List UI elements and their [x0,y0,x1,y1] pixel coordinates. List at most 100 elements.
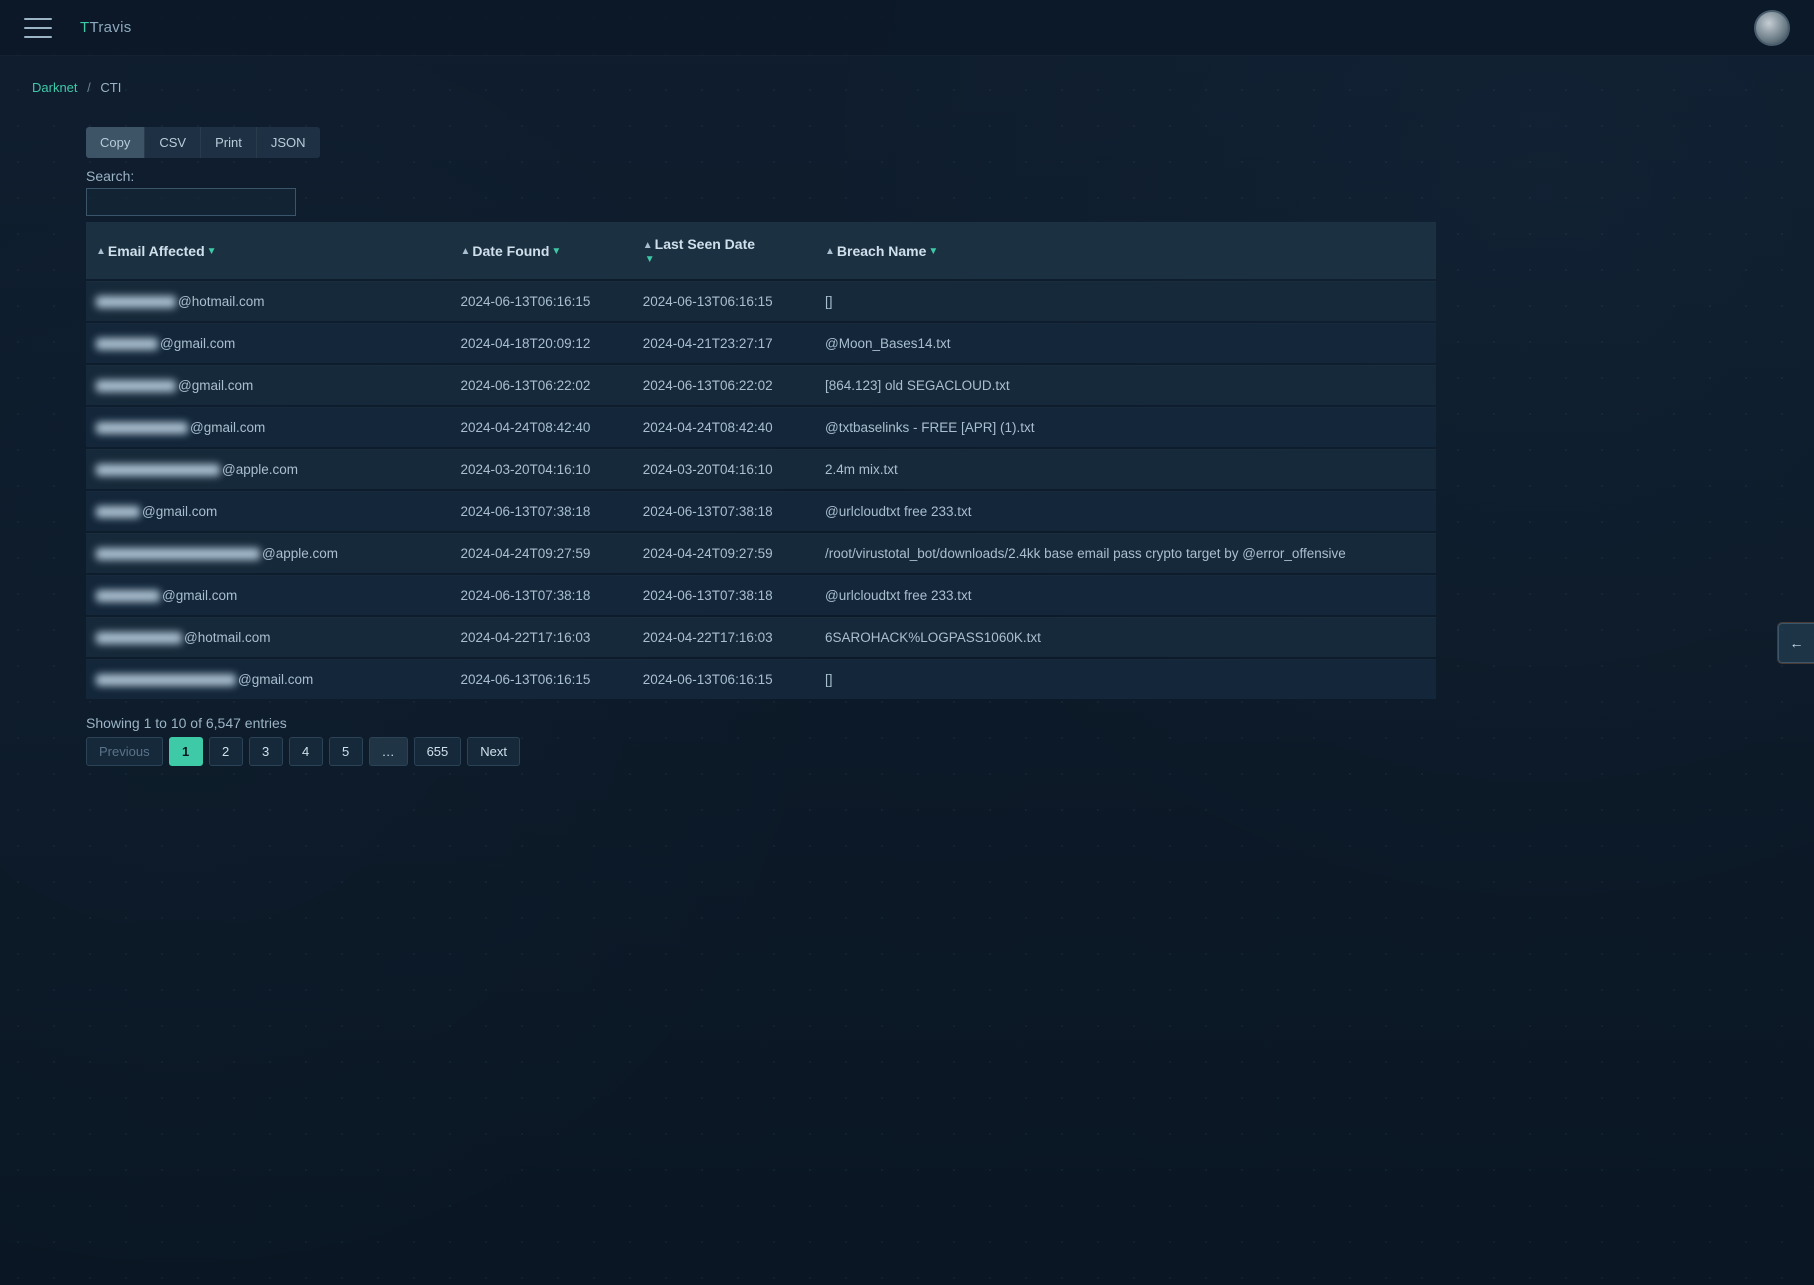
pagination-previous-button[interactable]: Previous [86,737,163,766]
menu-toggle-icon[interactable] [24,18,52,38]
pagination-ellipsis: … [369,737,408,766]
email-domain: @gmail.com [238,672,313,687]
col-email-affected[interactable]: ▲Email Affected▼ [86,222,451,279]
cell-email: @gmail.com [86,323,451,363]
sort-asc-icon: ▲ [643,240,653,251]
table-row[interactable]: @gmail.com 2024-06-13T07:38:182024-06-13T… [86,575,1436,615]
table-row[interactable]: @gmail.com 2024-06-13T06:16:152024-06-13T… [86,659,1436,699]
redacted-local-part [96,632,182,644]
col-breach-label: Breach Name [837,243,927,259]
cell-date-found: 2024-06-13T06:16:15 [451,659,633,699]
topbar: TTravis [0,0,1814,56]
brand-text: Travis [89,19,131,36]
search-input[interactable] [86,188,296,216]
content: CopyCSVPrintJSON Search: ▲Email Affected… [0,127,1814,806]
cell-breach-name: 6SAROHACK%LOGPASS1060K.txt [815,617,1436,657]
col-found-label: Date Found [472,243,549,259]
email-domain: @apple.com [222,462,298,477]
pagination-page-button[interactable]: 655 [414,737,462,766]
col-last-seen[interactable]: ▲Last Seen Date ▼ [633,222,815,279]
cell-last-seen: 2024-04-24T09:27:59 [633,533,815,573]
pagination-next-button[interactable]: Next [467,737,520,766]
cell-date-found: 2024-06-13T06:22:02 [451,365,633,405]
cell-date-found: 2024-04-24T08:42:40 [451,407,633,447]
cell-email: @gmail.com [86,365,451,405]
pagination-page-button[interactable]: 5 [329,737,363,766]
redacted-local-part [96,464,220,476]
table-row[interactable]: @gmail.com 2024-06-13T06:22:022024-06-13T… [86,365,1436,405]
cell-email: @apple.com [86,449,451,489]
cell-email: @gmail.com [86,491,451,531]
col-seen-label: Last Seen Date [655,236,755,252]
search-row: Search: [86,168,1728,216]
side-panel-toggle[interactable]: ← [1778,623,1814,663]
cell-breach-name: 2.4m mix.txt [815,449,1436,489]
cell-date-found: 2024-06-13T07:38:18 [451,575,633,615]
email-domain: @gmail.com [178,378,253,393]
cell-last-seen: 2024-04-21T23:27:17 [633,323,815,363]
export-json-button[interactable]: JSON [256,127,320,158]
cell-breach-name: [] [815,659,1436,699]
redacted-local-part [96,674,236,686]
pagination-page-button[interactable]: 2 [209,737,243,766]
search-label: Search: [86,168,134,184]
email-domain: @gmail.com [162,588,237,603]
redacted-local-part [96,380,176,392]
cell-date-found: 2024-06-13T06:16:15 [451,281,633,321]
cell-breach-name: [864.123] old SEGACLOUD.txt [815,365,1436,405]
redacted-local-part [96,296,176,308]
redacted-local-part [96,506,140,518]
pagination-page-button[interactable]: 4 [289,737,323,766]
email-domain: @apple.com [262,546,338,561]
breadcrumb: Darknet / CTI [0,56,1814,127]
brand: TTravis [80,19,132,36]
cell-email: @hotmail.com [86,281,451,321]
breadcrumb-current: CTI [100,80,121,95]
table-row[interactable]: @hotmail.com2024-06-13T06:16:152024-06-1… [86,281,1436,321]
cell-breach-name: @urlcloudtxt free 233.txt [815,491,1436,531]
col-email-label: Email Affected [108,243,205,259]
sort-desc-icon: ▼ [645,254,805,265]
export-print-button[interactable]: Print [200,127,256,158]
entries-info: Showing 1 to 10 of 6,547 entries [86,715,1728,731]
table-row[interactable]: @gmail.com2024-06-13T07:38:182024-06-13T… [86,491,1436,531]
cell-date-found: 2024-03-20T04:16:10 [451,449,633,489]
table-row[interactable]: @hotmail.com 2024-04-22T17:16:032024-04-2… [86,617,1436,657]
table-row[interactable]: @apple.com 2024-04-24T09:27:592024-04-24T… [86,533,1436,573]
cell-last-seen: 2024-06-13T06:16:15 [633,659,815,699]
cell-breach-name: [] [815,281,1436,321]
cell-last-seen: 2024-06-13T06:16:15 [633,281,815,321]
cell-last-seen: 2024-06-13T06:22:02 [633,365,815,405]
cell-email: @apple.com [86,533,451,573]
col-date-found[interactable]: ▲Date Found▼ [451,222,633,279]
cell-last-seen: 2024-04-22T17:16:03 [633,617,815,657]
export-csv-button[interactable]: CSV [144,127,200,158]
email-domain: @gmail.com [160,336,235,351]
arrow-left-icon: ← [1790,635,1804,651]
export-copy-button[interactable]: Copy [86,127,144,158]
redacted-local-part [96,422,188,434]
pagination-page-button[interactable]: 3 [249,737,283,766]
cell-last-seen: 2024-06-13T07:38:18 [633,575,815,615]
breadcrumb-root-link[interactable]: Darknet [32,80,78,95]
cell-email: @gmail.com [86,407,451,447]
table-row[interactable]: @apple.com 2024-03-20T04:16:102024-03-20T… [86,449,1436,489]
cell-breach-name: /root/virustotal_bot/downloads/2.4kk bas… [815,533,1436,573]
email-domain: @hotmail.com [184,630,270,645]
cell-last-seen: 2024-03-20T04:16:10 [633,449,815,489]
cell-email: @gmail.com [86,659,451,699]
table-row[interactable]: @gmail.com2024-04-24T08:42:402024-04-24T… [86,407,1436,447]
table-row[interactable]: @gmail.com 2024-04-18T20:09:122024-04-21T… [86,323,1436,363]
col-breach-name[interactable]: ▲Breach Name▼ [815,222,1436,279]
cell-last-seen: 2024-06-13T07:38:18 [633,491,815,531]
sort-asc-icon: ▲ [825,246,835,257]
avatar[interactable] [1754,10,1790,46]
sort-desc-icon: ▼ [928,246,938,257]
cell-date-found: 2024-04-22T17:16:03 [451,617,633,657]
pagination-page-button[interactable]: 1 [169,737,203,766]
cell-last-seen: 2024-04-24T08:42:40 [633,407,815,447]
cell-email: @hotmail.com [86,617,451,657]
cell-date-found: 2024-04-18T20:09:12 [451,323,633,363]
redacted-local-part [96,590,160,602]
cell-date-found: 2024-04-24T09:27:59 [451,533,633,573]
